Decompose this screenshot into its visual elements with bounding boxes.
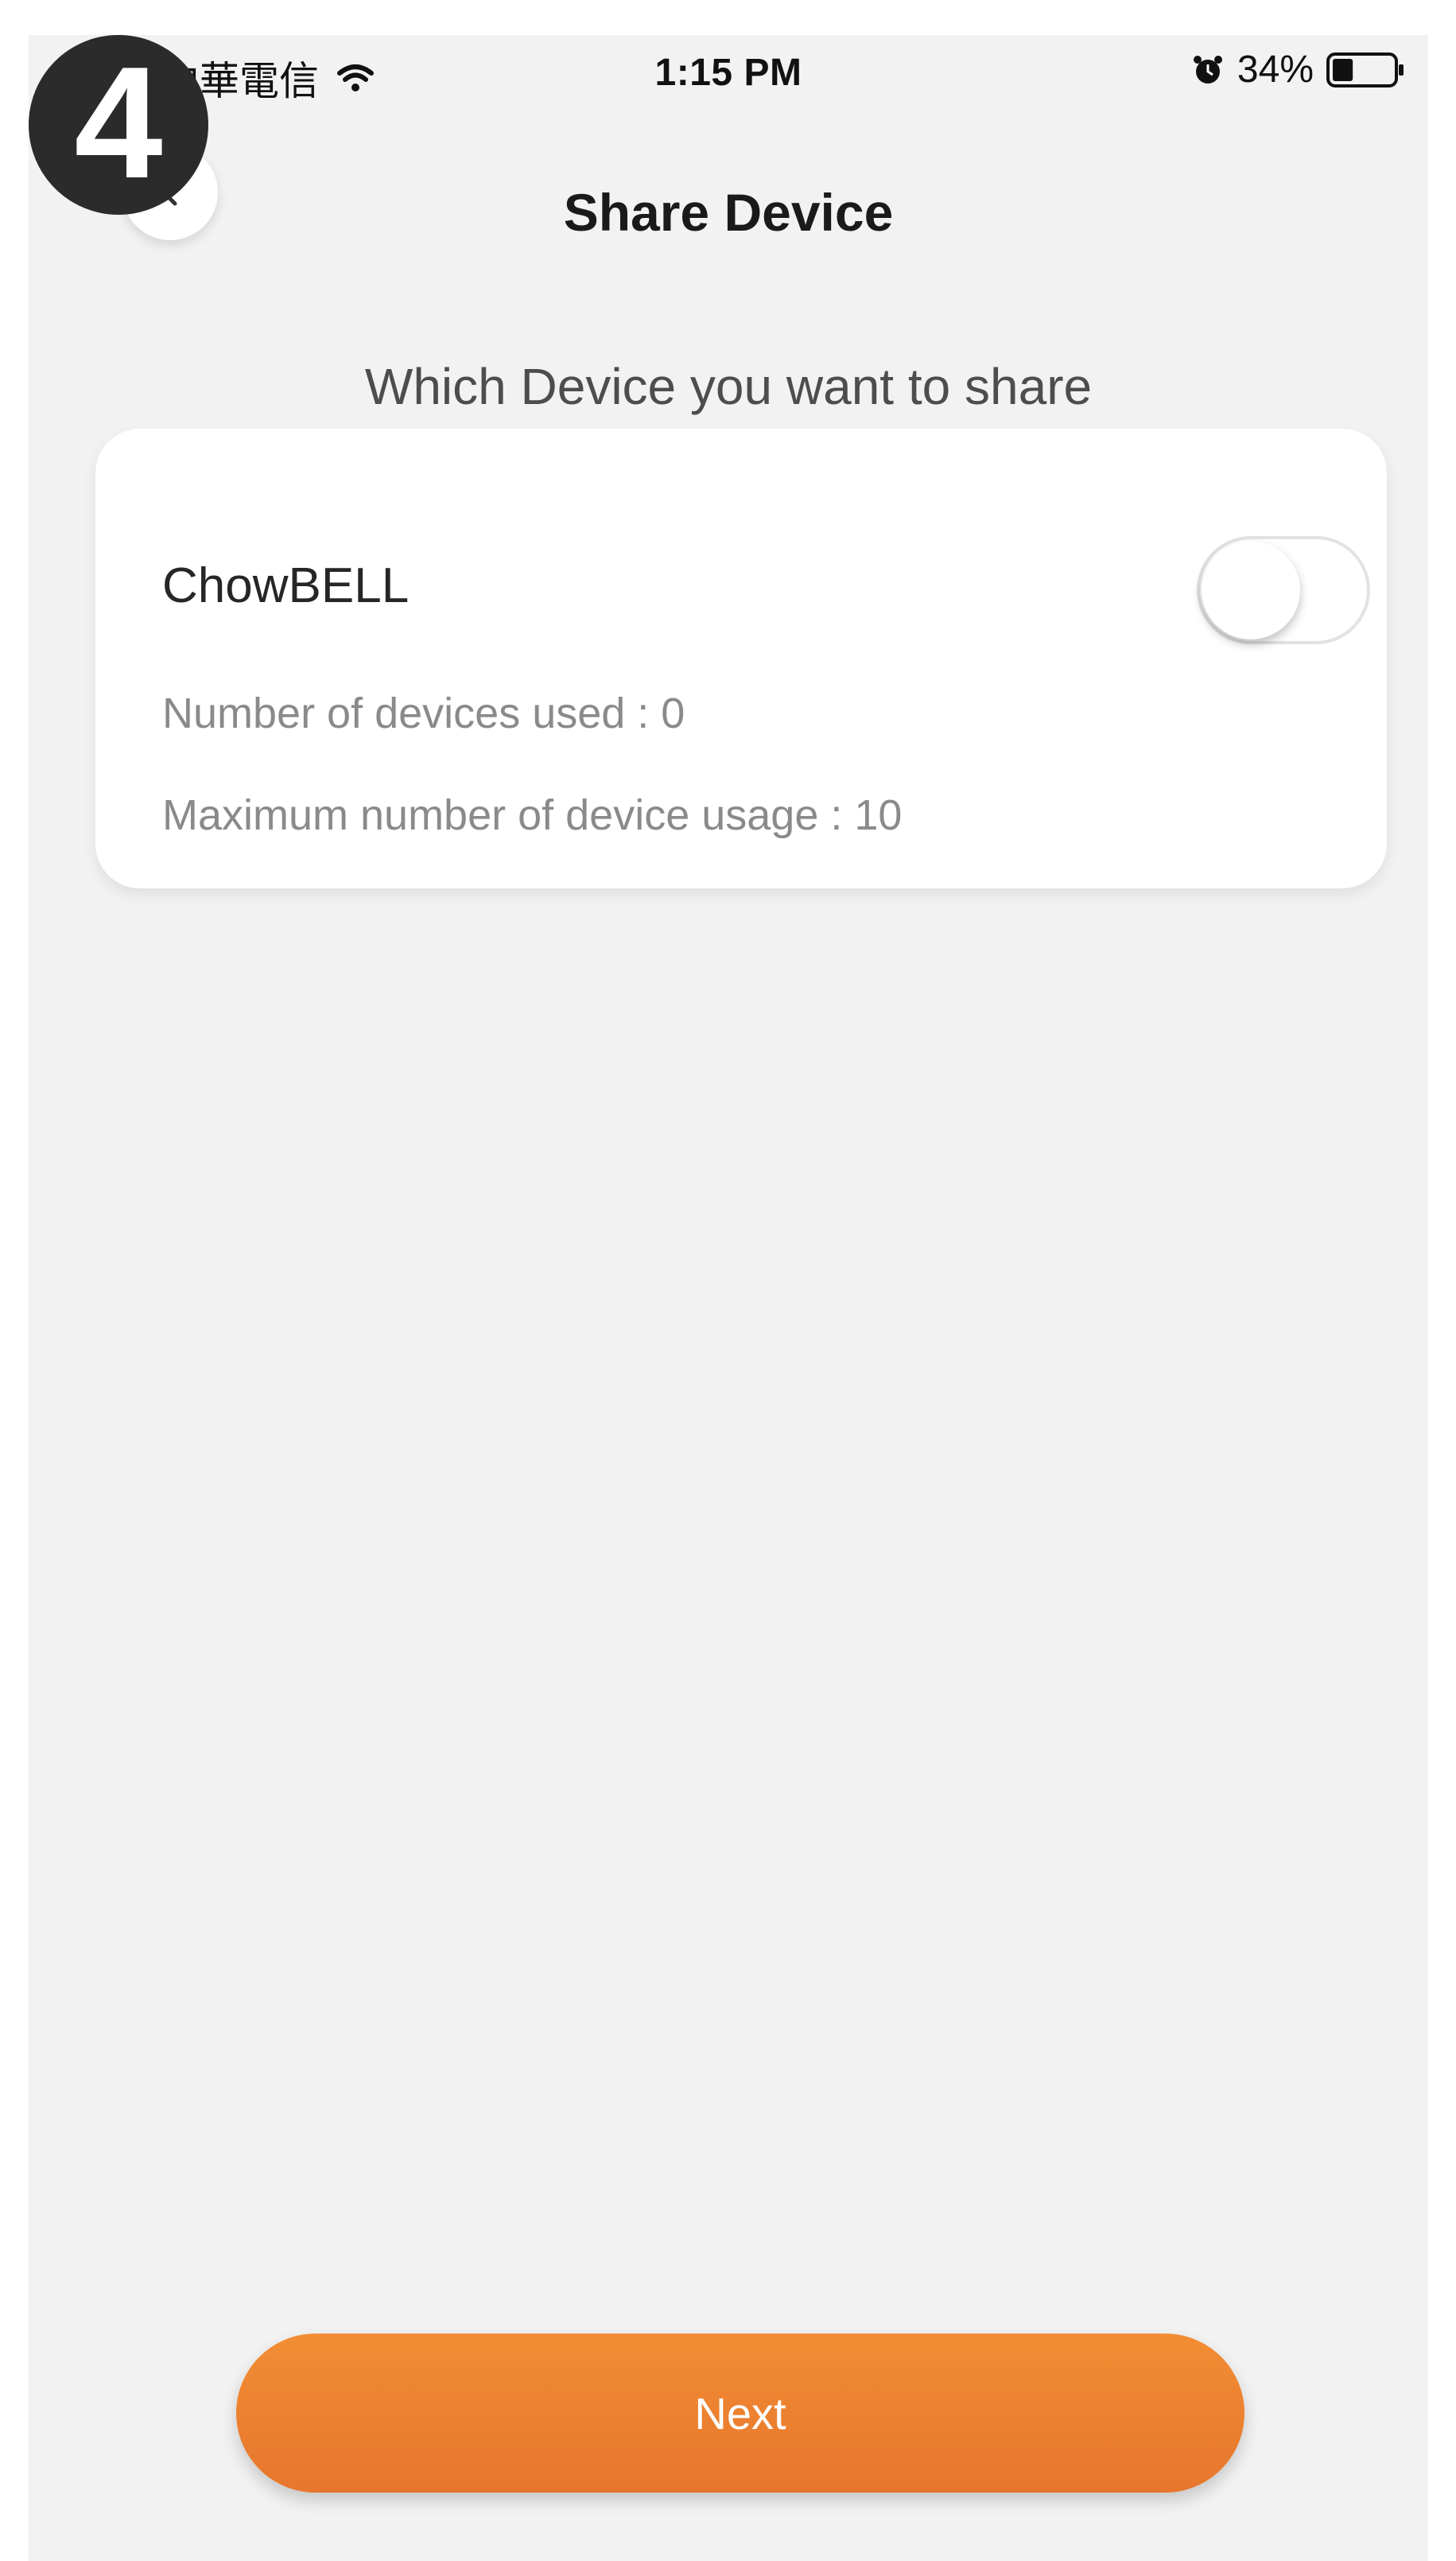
status-bar: 中華電信 1:15 PM 34% bbox=[29, 35, 1428, 115]
share-prompt: Which Device you want to share bbox=[364, 358, 1093, 415]
battery-icon bbox=[1326, 52, 1404, 87]
alarm-icon bbox=[1193, 55, 1222, 84]
next-button-label: Next bbox=[694, 2388, 786, 2439]
devices-used-text: Number of devices used : 0 bbox=[162, 690, 685, 737]
max-usage-text: Maximum number of device usage : 10 bbox=[162, 791, 903, 839]
step-number: 4 bbox=[74, 34, 163, 212]
status-right-group: 34% bbox=[1191, 48, 1406, 91]
share-toggle[interactable] bbox=[1197, 536, 1370, 644]
device-name: ChowBELL bbox=[162, 558, 410, 613]
nav-bar: Share Device bbox=[29, 122, 1428, 242]
page: 中華電信 1:15 PM 34% Share Device Which Devi… bbox=[0, 0, 1456, 2561]
device-card: ChowBELL Number of devices used : 0 Maxi… bbox=[95, 429, 1387, 888]
next-button[interactable]: Next bbox=[236, 2334, 1244, 2493]
battery-percent: 34% bbox=[1237, 49, 1314, 91]
page-title: Share Device bbox=[563, 183, 894, 242]
phone-screen: 中華電信 1:15 PM 34% Share Device Which Devi… bbox=[29, 35, 1428, 2561]
step-number-badge: 4 bbox=[29, 35, 208, 215]
toggle-knob bbox=[1202, 541, 1300, 639]
